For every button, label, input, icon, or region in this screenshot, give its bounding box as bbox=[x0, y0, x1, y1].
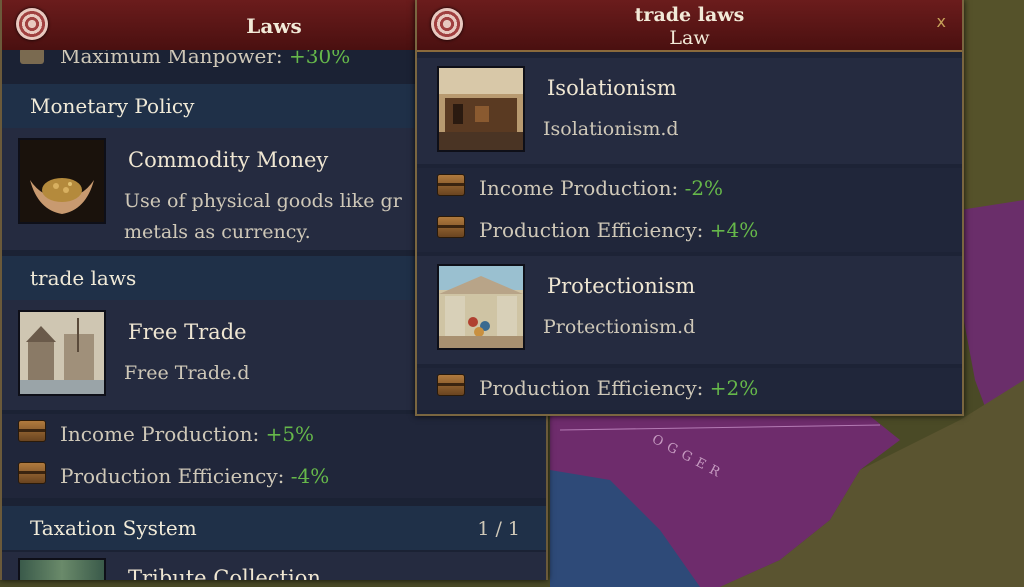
close-icon[interactable]: x bbox=[937, 12, 946, 31]
harbor-town-icon bbox=[20, 312, 104, 394]
free-trade-image bbox=[18, 310, 106, 396]
manpower-icon bbox=[20, 50, 44, 64]
commodity-money-name: Commodity Money bbox=[128, 148, 329, 172]
fortified-port-icon bbox=[439, 68, 523, 150]
effect-production-efficiency: Production Efficiency: -4% bbox=[60, 464, 330, 488]
market-crowd-icon bbox=[439, 266, 523, 348]
hands-grain-icon bbox=[20, 140, 104, 222]
commodity-money-image bbox=[18, 138, 106, 224]
effect-row: Production Efficiency: +2% bbox=[417, 368, 962, 410]
isolationism-desc: Isolationism.d bbox=[543, 118, 679, 140]
effect-row: Production Efficiency: -4% bbox=[2, 456, 546, 498]
protectionism-name: Protectionism bbox=[547, 274, 696, 298]
protectionism-card[interactable]: Protectionism Protectionism.d bbox=[417, 256, 962, 364]
isolationism-card[interactable]: Isolationism Isolationism.d bbox=[417, 58, 962, 164]
protectionism-image bbox=[437, 264, 525, 350]
trade-laws-titlebar: trade laws Law x bbox=[417, 0, 962, 52]
effect-production-efficiency: Production Efficiency: +4% bbox=[479, 218, 759, 242]
chest-icon bbox=[437, 216, 465, 238]
effect-row: Income Production: -2% bbox=[417, 168, 962, 210]
trade-laws-subtitle: Law bbox=[669, 27, 710, 49]
tribute-collection-image bbox=[18, 558, 106, 580]
chest-icon bbox=[437, 174, 465, 196]
free-trade-name: Free Trade bbox=[128, 320, 247, 344]
chest-icon bbox=[18, 462, 46, 484]
taxation-system-header: Taxation System bbox=[2, 506, 546, 550]
effect-row: Income Production: +5% bbox=[2, 414, 546, 456]
trade-laws-panel: trade laws Law x Isolationism Isolationi… bbox=[415, 0, 964, 416]
chest-icon bbox=[437, 374, 465, 396]
trade-laws-title: trade laws bbox=[634, 4, 745, 26]
effect-income-production: Income Production: +5% bbox=[60, 422, 315, 446]
effect-production-efficiency: Production Efficiency: +2% bbox=[479, 376, 759, 400]
isolationism-name: Isolationism bbox=[547, 76, 677, 100]
chest-icon bbox=[18, 420, 46, 442]
taxation-counter: 1 / 1 bbox=[477, 518, 520, 540]
protectionism-desc: Protectionism.d bbox=[543, 316, 696, 338]
isolationism-image bbox=[437, 66, 525, 152]
effect-row: Production Efficiency: +4% bbox=[417, 210, 962, 252]
effect-income-production: Income Production: -2% bbox=[479, 176, 724, 200]
commodity-money-description: Use of physical goods like gr metals as … bbox=[124, 190, 402, 243]
manpower-effect: Maximum Manpower: +30% bbox=[60, 50, 351, 68]
tribute-collection-name: Tribute Collection bbox=[128, 566, 321, 580]
tribute-collection-card[interactable]: Tribute Collection bbox=[2, 552, 546, 580]
free-trade-desc: Free Trade.d bbox=[124, 362, 250, 384]
